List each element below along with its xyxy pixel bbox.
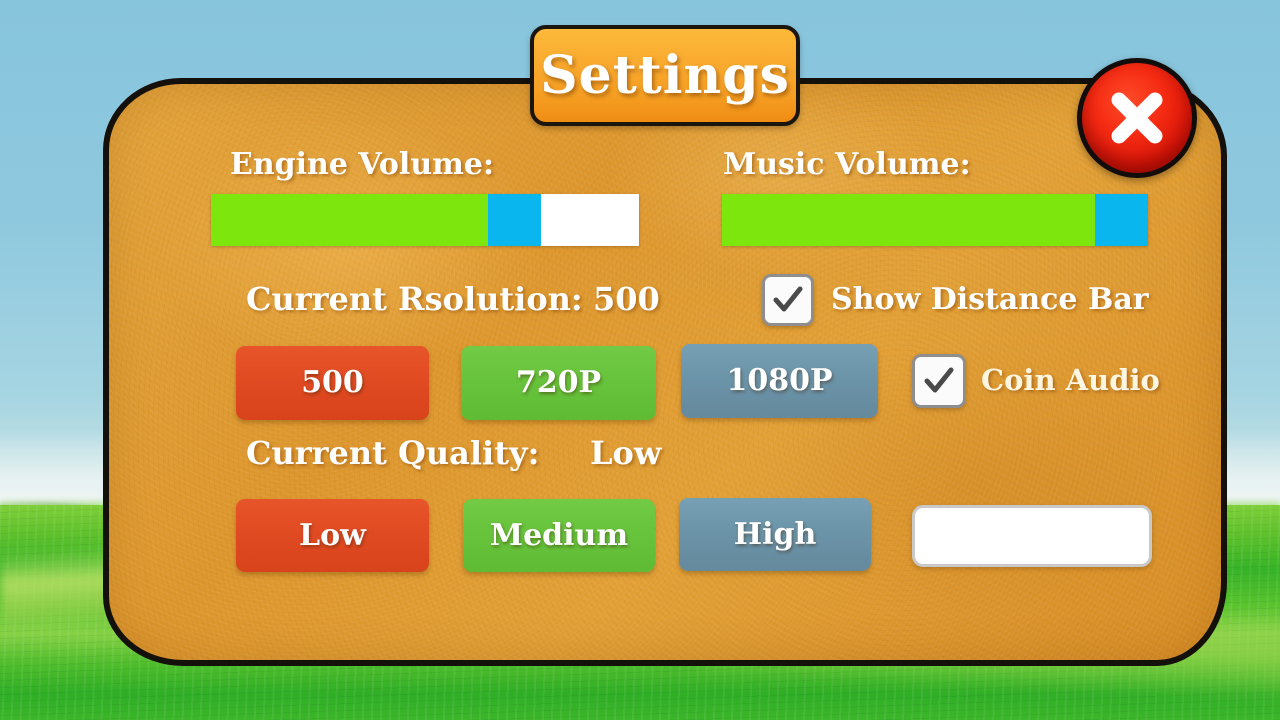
resolution-option-1080p[interactable]: 1080P	[681, 344, 878, 418]
music-volume-label: Music Volume:	[723, 147, 971, 182]
quality-option-low-label: Low	[299, 517, 366, 553]
current-quality-value: Low	[590, 434, 662, 472]
settings-title-plate: Settings	[530, 25, 800, 126]
checkmark-icon	[924, 367, 954, 393]
coin-audio-checkbox[interactable]	[912, 354, 966, 408]
close-x-icon	[1111, 92, 1163, 144]
resolution-option-720p-label: 720P	[515, 365, 602, 400]
music-volume-fill	[722, 194, 1095, 246]
engine-volume-track	[540, 194, 639, 246]
close-button[interactable]	[1077, 58, 1197, 178]
quality-option-high[interactable]: High	[679, 498, 871, 571]
quality-option-high-label: High	[733, 516, 817, 552]
current-resolution-value: 500	[593, 280, 660, 318]
checkmark-icon	[773, 286, 803, 312]
resolution-option-500[interactable]: 500	[236, 346, 429, 420]
engine-volume-fill	[211, 194, 488, 246]
resolution-option-720p[interactable]: 720P	[461, 346, 656, 420]
show-distance-bar-label: Show Distance Bar	[831, 282, 1149, 317]
name-input[interactable]	[912, 505, 1152, 567]
coin-audio-label: Coin Audio	[981, 363, 1160, 397]
quality-option-low[interactable]: Low	[236, 499, 429, 572]
engine-volume-knob[interactable]	[487, 194, 541, 246]
game-settings-screen: Settings Engine Volume: Music Volume: Cu…	[0, 0, 1280, 720]
engine-volume-label: Engine Volume:	[230, 147, 495, 182]
music-volume-knob[interactable]	[1094, 194, 1148, 246]
page-title: Settings	[540, 44, 790, 106]
show-distance-bar-checkbox[interactable]	[762, 274, 814, 326]
engine-volume-slider[interactable]	[211, 194, 639, 246]
quality-option-medium-label: Medium	[489, 517, 629, 553]
current-resolution-label: Current Rsolution:	[246, 280, 583, 318]
current-quality-label: Current Quality:	[246, 434, 540, 472]
resolution-option-1080p-label: 1080P	[726, 363, 833, 398]
quality-option-medium[interactable]: Medium	[463, 499, 655, 572]
music-volume-slider[interactable]	[722, 194, 1148, 246]
resolution-option-500-label: 500	[301, 365, 364, 400]
